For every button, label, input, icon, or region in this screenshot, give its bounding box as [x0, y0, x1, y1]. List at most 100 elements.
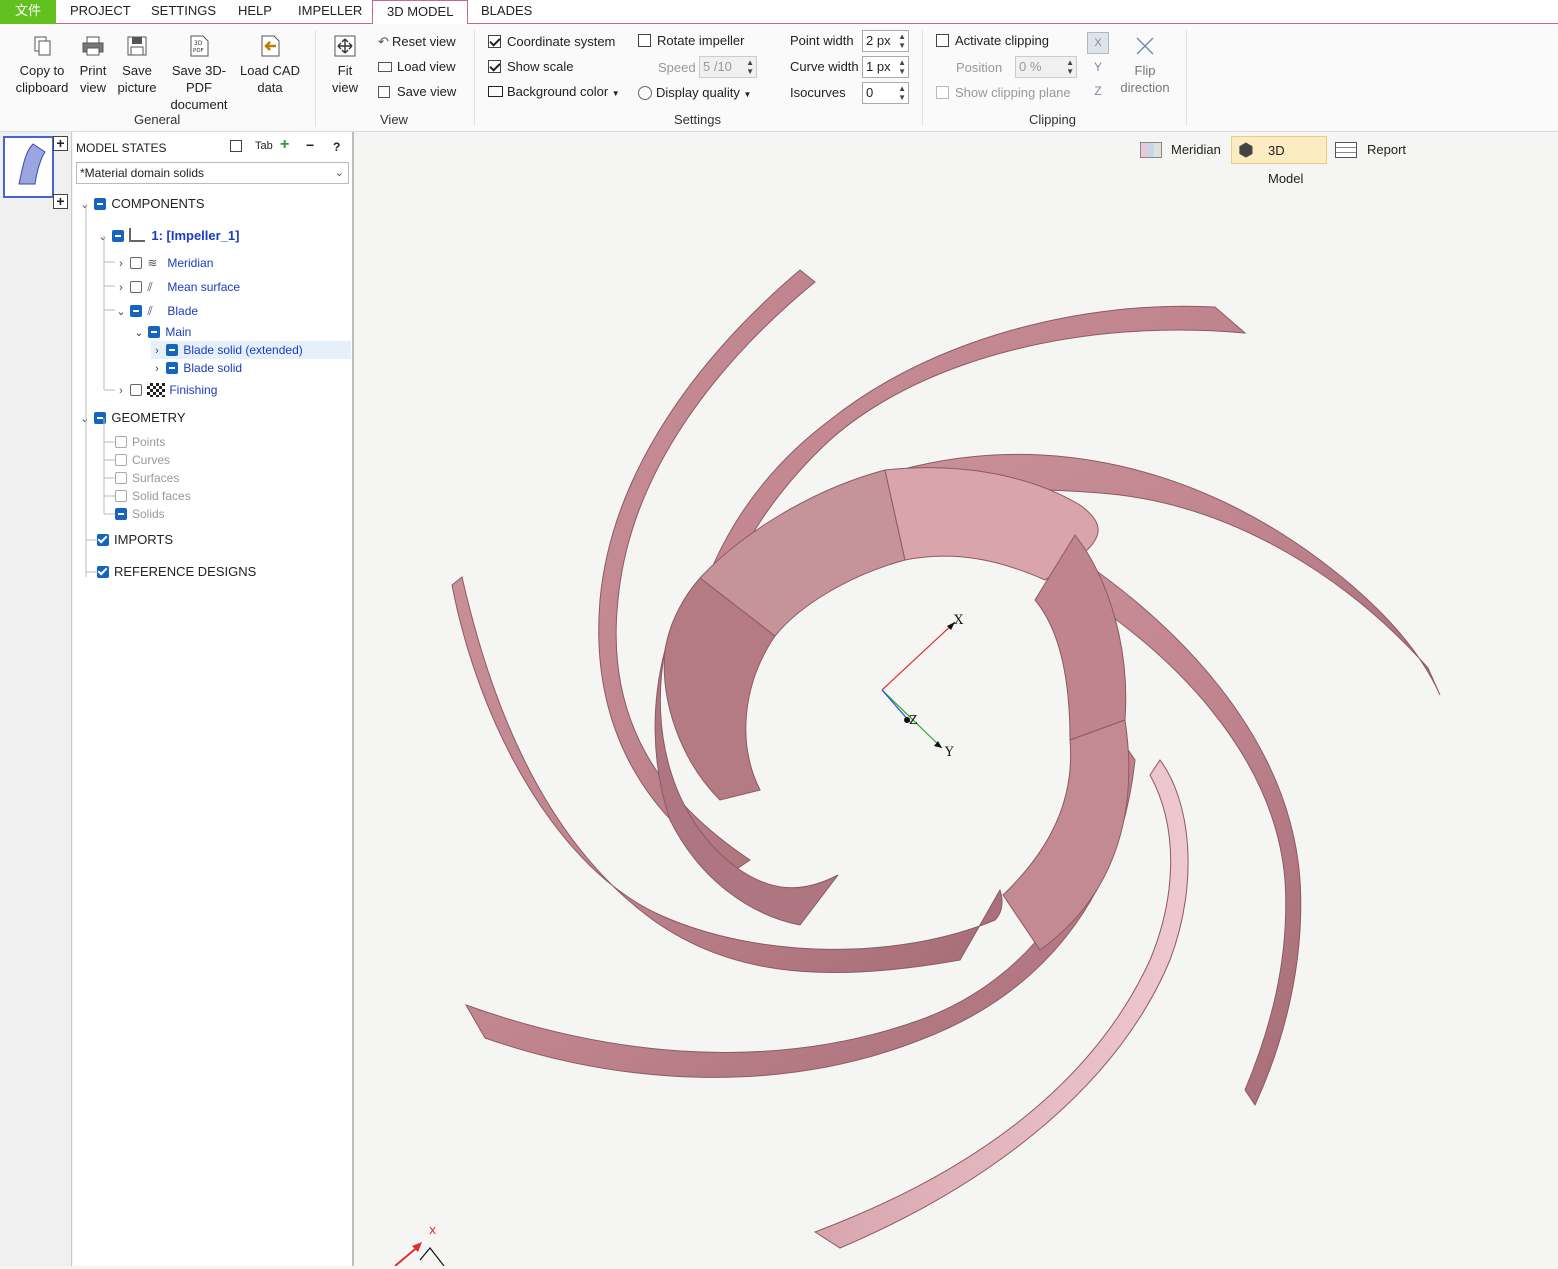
dropdown-arrow-icon: ▼	[743, 90, 752, 99]
chevron-down-icon[interactable]: ⌄	[133, 324, 145, 342]
checkered-flag-icon	[147, 383, 166, 397]
meridian-icon: ≋	[147, 256, 158, 270]
checkbox-icon	[936, 34, 949, 47]
blade-icon: ⫽	[147, 304, 153, 318]
tree-checkbox[interactable]	[166, 362, 179, 374]
tree-blade-solid[interactable]: › Blade solid	[151, 359, 242, 377]
menu-help[interactable]: HELP	[224, 0, 286, 24]
group-separator	[922, 30, 923, 126]
tree-blade-solid-extended[interactable]: › Blade solid (extended)	[151, 341, 351, 359]
save-picture-label-2: picture	[117, 80, 157, 95]
menu-project[interactable]: PROJECT	[56, 0, 145, 24]
chevron-right-icon[interactable]: ›	[151, 342, 163, 360]
background-color-button[interactable]: Background color ▼	[488, 84, 620, 99]
save-state-icon[interactable]	[230, 140, 242, 155]
group-label-clipping: Clipping	[1029, 112, 1076, 127]
reset-view-button[interactable]: ↶ Reset view	[378, 34, 456, 50]
dropdown-arrow-icon: ▼	[611, 89, 620, 98]
add-icon[interactable]: +	[280, 136, 289, 154]
tab-3d-model[interactable]: ⬢ 3D Model	[1231, 136, 1327, 186]
save-3d-pdf-button[interactable]: 3D PDF Save 3D-PDF document	[160, 34, 238, 113]
checkbox-icon	[488, 60, 501, 73]
activate-clipping-label: Activate clipping	[955, 33, 1049, 48]
folder-icon	[378, 62, 392, 72]
tree-label: Mean surface	[167, 280, 241, 294]
load-view-button[interactable]: Load view	[378, 59, 456, 74]
show-scale-checkbox[interactable]: Show scale	[488, 59, 573, 74]
copy-icon	[34, 36, 51, 56]
show-clipping-plane-checkbox[interactable]: Show clipping plane	[936, 85, 1071, 100]
meridian-thumbnail-icon	[18, 143, 46, 185]
tab-label: Report	[1367, 142, 1407, 157]
coordinate-system-checkbox[interactable]: Coordinate system	[488, 34, 615, 49]
view-tabs: Meridian ⬢ 3D Model Report	[1135, 136, 1425, 186]
flip-label-1: Flip	[1134, 63, 1156, 78]
save-view-icon	[378, 86, 390, 98]
spinner-arrows-icon[interactable]: ▲ ▼	[898, 58, 906, 76]
menu-3d-model[interactable]: 3D MODEL	[372, 0, 469, 25]
tab-icon[interactable]: Tab	[255, 140, 273, 152]
curve-width-spinner[interactable]: 1 px ▲ ▼	[862, 56, 909, 78]
spinner-arrows-icon[interactable]: ▲ ▼	[1066, 58, 1074, 76]
load-cad-button[interactable]: Load CAD data	[240, 34, 300, 96]
tree-label: Meridian	[167, 256, 214, 270]
model-states-panel: MODEL STATES Tab + − ? *Material domain …	[73, 132, 354, 1266]
mean-surface-icon: ⫽	[147, 280, 153, 294]
inner-segment-bottom-right[interactable]	[1002, 719, 1130, 951]
tree-main[interactable]: ⌄ Main	[133, 323, 191, 341]
reset-view-icon: ↶	[378, 34, 389, 49]
menu-file[interactable]: 文件	[0, 0, 56, 24]
save-view-button[interactable]: Save view	[378, 84, 456, 99]
tree-label: Blade solid (extended)	[183, 343, 303, 357]
help-icon[interactable]: ?	[333, 140, 340, 154]
reset-view-label: Reset view	[392, 34, 456, 49]
add-state-icon[interactable]: +	[53, 136, 68, 151]
pdf-label-1: Save 3D-PDF	[171, 63, 227, 95]
3d-viewport[interactable]: X Y Z x	[356, 132, 1558, 1267]
menu-blades[interactable]: BLADES	[467, 0, 546, 24]
menu-settings[interactable]: SETTINGS	[137, 0, 230, 24]
fit-view-button[interactable]: Fit view	[328, 34, 362, 96]
print-view-button[interactable]: Print view	[76, 34, 110, 96]
tree-guide-lines	[85, 204, 115, 577]
spinner-arrows-icon[interactable]: ▲ ▼	[898, 84, 906, 102]
tab-meridian[interactable]: Meridian	[1135, 136, 1227, 164]
tree-mean-surface[interactable]: › ⫽ Mean surface	[115, 278, 240, 296]
background-color-icon	[488, 86, 503, 97]
print-label-1: Print	[79, 63, 107, 78]
load-cad-icon	[261, 35, 280, 57]
spinner-arrows-icon[interactable]: ▲ ▼	[746, 58, 754, 76]
position-spinner[interactable]: 0 % ▲ ▼	[1015, 56, 1077, 78]
menu-impeller[interactable]: IMPELLER	[284, 0, 376, 24]
model-thumbnail[interactable]	[3, 136, 54, 198]
tab-report[interactable]: Report	[1331, 136, 1423, 164]
activate-clipping-checkbox[interactable]: Activate clipping	[936, 33, 1049, 48]
copy-to-clipboard-button[interactable]: Copy to clipboard	[12, 34, 72, 96]
tree-checkbox[interactable]	[166, 344, 179, 356]
speed-spinner[interactable]: 5 /10 ▲ ▼	[699, 56, 757, 78]
table-icon	[1335, 142, 1357, 158]
clip-y-axis-icon[interactable]: Y	[1089, 58, 1107, 76]
impeller-3d-model[interactable]: X Y Z x	[356, 132, 1558, 1267]
isocurves-spinner[interactable]: 0 ▲ ▼	[862, 82, 909, 104]
add-thumbnail-icon[interactable]: +	[53, 194, 68, 209]
clip-x-axis-icon[interactable]: X	[1087, 32, 1109, 54]
clip-z-axis-icon[interactable]: Z	[1089, 82, 1107, 100]
save-picture-label-1: Save	[122, 63, 152, 78]
axis-y-label: Y	[944, 745, 954, 760]
tree-checkbox[interactable]	[148, 326, 161, 338]
save-picture-button[interactable]: Save picture	[116, 34, 158, 96]
coordinate-system-label: Coordinate system	[507, 34, 616, 49]
rotate-impeller-checkbox[interactable]: Rotate impeller	[638, 33, 744, 48]
spinner-arrows-icon[interactable]: ▲ ▼	[898, 32, 906, 50]
tree-label: 1: [Impeller_1]	[151, 228, 240, 243]
remove-icon[interactable]: −	[306, 137, 314, 153]
quality-icon	[638, 86, 652, 100]
display-quality-button[interactable]: Display quality ▼	[638, 85, 751, 100]
blade-outer-bottom[interactable]	[813, 759, 1189, 1249]
chevron-right-icon[interactable]: ›	[151, 360, 163, 378]
flip-direction-button[interactable]: Flip direction	[1116, 34, 1174, 96]
tree-label: Surfaces	[132, 471, 180, 485]
point-width-spinner[interactable]: 2 px ▲ ▼	[862, 30, 909, 52]
rotate-impeller-label: Rotate impeller	[657, 33, 745, 48]
